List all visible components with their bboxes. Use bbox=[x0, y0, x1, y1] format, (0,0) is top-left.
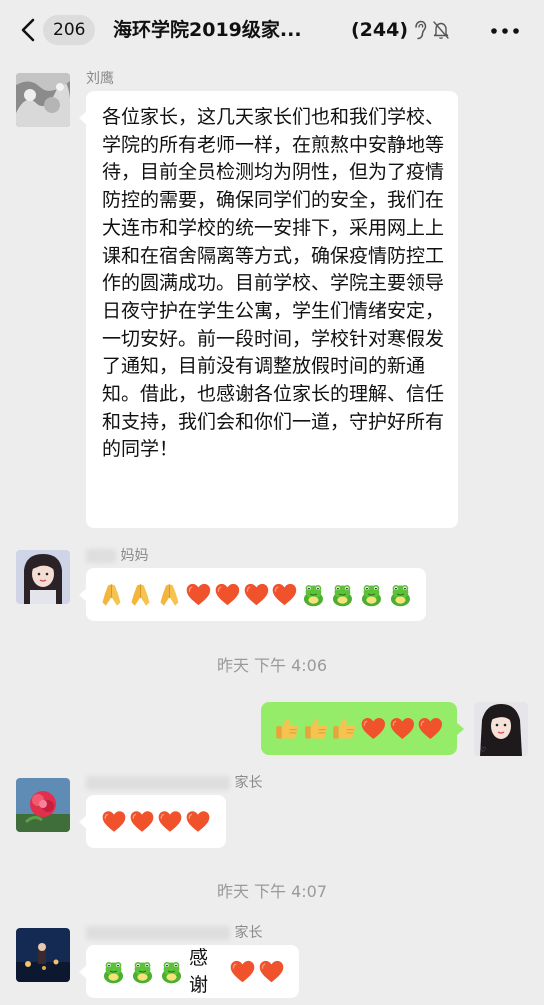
heart-emoji-icon bbox=[243, 581, 270, 608]
message-bubble[interactable]: 感谢 bbox=[79, 945, 299, 998]
thumbs-up-emoji-icon bbox=[274, 715, 301, 742]
heart-emoji-icon bbox=[360, 715, 387, 742]
message-bubble[interactable] bbox=[79, 568, 426, 621]
timestamp: 昨天 下午 4:07 bbox=[216, 882, 328, 901]
frog-emoji-icon bbox=[358, 581, 385, 608]
sender-name-suffix: 家长 bbox=[234, 925, 263, 941]
sender-name-suffix: 妈妈 bbox=[120, 548, 149, 564]
frog-emoji-icon bbox=[158, 958, 185, 985]
sender-name: 妈妈 bbox=[86, 547, 148, 565]
message-text: 各位家长，这几天家长们也和我们学校、学院的所有老师一样，在煎熬中安静地等待，目前… bbox=[102, 106, 445, 461]
sender-name: 刘鹰 bbox=[86, 71, 114, 87]
folded-hands-emoji-icon bbox=[156, 581, 183, 608]
heart-emoji-icon bbox=[229, 958, 256, 985]
avatar[interactable] bbox=[16, 73, 70, 127]
avatar-self[interactable]: ♡ bbox=[474, 702, 528, 756]
emoji-row bbox=[98, 568, 414, 621]
emoji-row bbox=[274, 702, 444, 755]
message-bubble-self[interactable] bbox=[261, 702, 464, 755]
chat-title: 海环学院2019级家... bbox=[113, 19, 302, 41]
svg-text:♡: ♡ bbox=[480, 746, 486, 754]
frog-emoji-icon bbox=[387, 581, 414, 608]
sender-name: 家长 bbox=[86, 774, 262, 792]
heart-emoji-icon bbox=[129, 808, 155, 835]
heart-emoji-icon bbox=[271, 581, 298, 608]
timestamp: 昨天 下午 4:06 bbox=[216, 656, 328, 675]
avatar[interactable] bbox=[16, 550, 70, 604]
heart-emoji-icon bbox=[214, 581, 241, 608]
heart-emoji-icon bbox=[157, 808, 183, 835]
more-icon[interactable] bbox=[490, 27, 520, 35]
sender-name: 家长 bbox=[86, 924, 262, 942]
emoji-row: 感谢 bbox=[100, 945, 285, 998]
heart-emoji-icon bbox=[258, 958, 285, 985]
member-count: (244) bbox=[351, 19, 409, 41]
heart-emoji-icon bbox=[185, 581, 212, 608]
avatar[interactable] bbox=[16, 778, 70, 832]
frog-emoji-icon bbox=[300, 581, 327, 608]
folded-hands-emoji-icon bbox=[127, 581, 154, 608]
message-bubble[interactable]: 各位家长，这几天家长们也和我们学校、学院的所有老师一样，在煎熬中安静地等待，目前… bbox=[79, 91, 458, 528]
emoji-row bbox=[101, 795, 211, 848]
back-icon[interactable] bbox=[16, 17, 42, 43]
frog-emoji-icon bbox=[329, 581, 356, 608]
message-bubble[interactable] bbox=[79, 795, 226, 848]
sender-name-suffix: 家长 bbox=[234, 775, 263, 791]
heart-emoji-icon bbox=[101, 808, 127, 835]
avatar[interactable] bbox=[16, 928, 70, 982]
heart-emoji-icon bbox=[389, 715, 416, 742]
redacted-name bbox=[86, 549, 116, 563]
redacted-name bbox=[86, 776, 230, 790]
redacted-name bbox=[86, 926, 230, 940]
ear-icon bbox=[415, 20, 427, 40]
chat-header: 206 海环学院2019级家... (244) bbox=[0, 0, 544, 62]
frog-emoji-icon bbox=[100, 958, 127, 985]
folded-hands-emoji-icon bbox=[98, 581, 125, 608]
mute-bell-icon bbox=[433, 21, 449, 39]
frog-emoji-icon bbox=[129, 958, 156, 985]
message-text: 感谢 bbox=[189, 946, 209, 996]
unread-count-badge[interactable]: 206 bbox=[43, 15, 96, 45]
thumbs-up-emoji-icon bbox=[303, 715, 330, 742]
heart-emoji-icon bbox=[417, 715, 444, 742]
heart-emoji-icon bbox=[185, 808, 211, 835]
thumbs-up-emoji-icon bbox=[331, 715, 358, 742]
